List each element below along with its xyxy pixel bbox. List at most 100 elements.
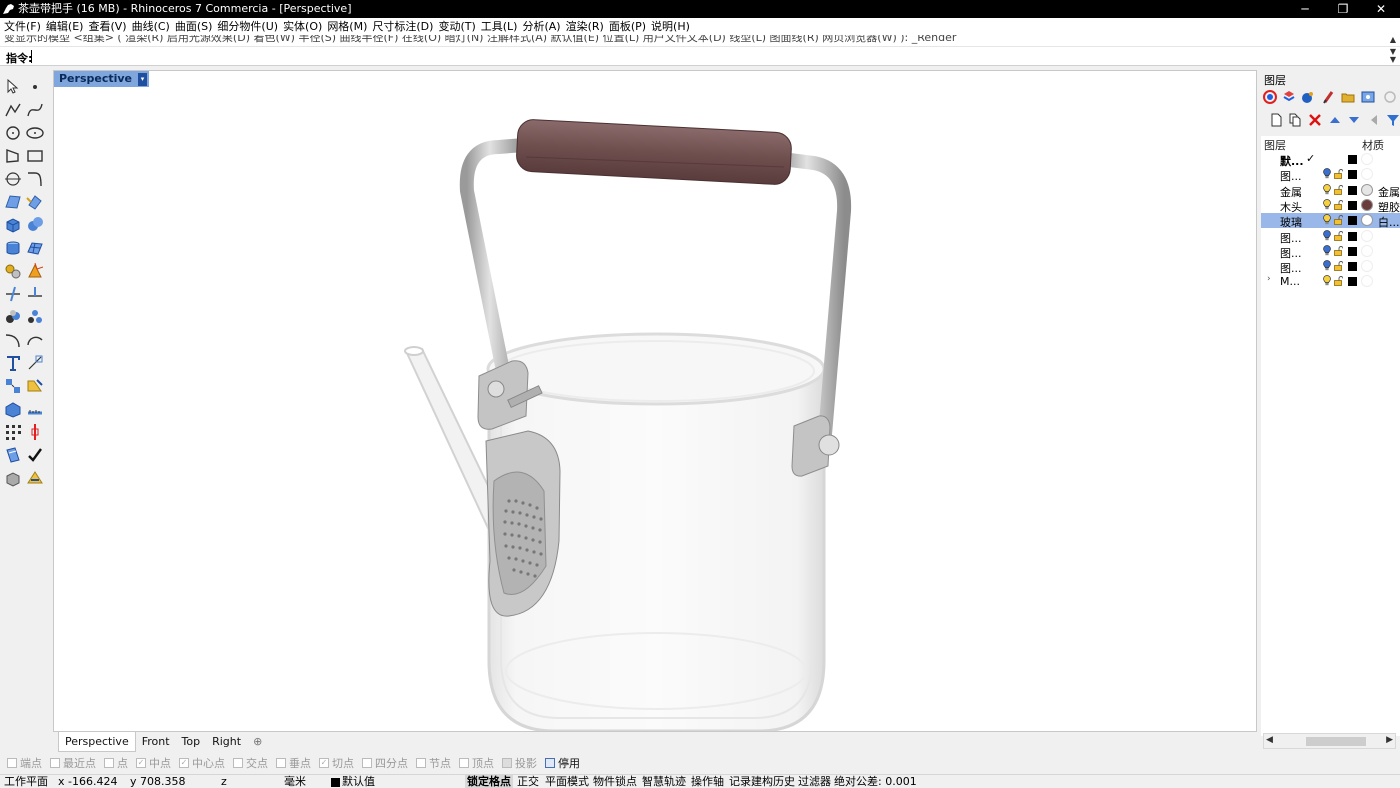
explode-icon[interactable]: [25, 261, 45, 281]
column-header-material[interactable]: 材质: [1362, 137, 1384, 153]
osnap-checkbox[interactable]: [104, 758, 114, 768]
transform-icon[interactable]: [3, 376, 23, 396]
layer-lock-icon[interactable]: [1334, 261, 1343, 271]
libraries-tab-icon[interactable]: [1341, 90, 1355, 104]
rectangle-icon[interactable]: [25, 146, 45, 166]
layer-material-swatch[interactable]: [1361, 275, 1373, 288]
osnap-center[interactable]: ✓ 中心点: [179, 755, 225, 771]
menu-surface[interactable]: 曲面(S): [174, 18, 217, 35]
layer-lock-icon[interactable]: [1334, 199, 1343, 210]
osnap-checkbox[interactable]: ✓: [136, 758, 146, 768]
layer-color-swatch[interactable]: [1348, 216, 1357, 226]
box-icon[interactable]: [3, 215, 23, 235]
close-button[interactable]: ✕: [1362, 0, 1400, 18]
osnap-checkbox[interactable]: [416, 758, 426, 768]
layer-row[interactable]: 图...: [1261, 167, 1400, 183]
command-line[interactable]: 指令: ▼ ▼: [0, 47, 1400, 66]
split-icon[interactable]: [25, 284, 45, 304]
menu-panels[interactable]: 面板(P): [608, 18, 650, 35]
expand-chevron-icon[interactable]: ›: [1267, 274, 1271, 284]
osnap-checkbox[interactable]: [545, 758, 555, 768]
osnap-checkbox[interactable]: [362, 758, 372, 768]
toggle-filter[interactable]: 过滤器: [798, 775, 831, 788]
cylinder-icon[interactable]: [3, 238, 23, 258]
properties-tab-icon[interactable]: [1263, 90, 1277, 104]
menu-subd[interactable]: 细分物件(U): [216, 18, 282, 35]
new-sublayer-icon[interactable]: [1288, 113, 1302, 127]
ellipse-icon[interactable]: [25, 123, 45, 143]
menu-edit[interactable]: 编辑(E): [45, 18, 88, 35]
toggle-grid-snap[interactable]: 锁定格点: [465, 775, 513, 788]
history-scroll-up-icon[interactable]: ▲: [1388, 36, 1398, 44]
layer-visibility-bulb-icon[interactable]: [1323, 168, 1331, 179]
layer-color-swatch[interactable]: [1348, 155, 1357, 164]
surface-icon[interactable]: [3, 192, 23, 212]
status-layer-color-swatch[interactable]: [331, 778, 340, 787]
menu-tools[interactable]: 工具(L): [480, 18, 522, 35]
arc-icon[interactable]: [25, 330, 45, 350]
scroll-left-icon[interactable]: ◀: [1266, 735, 1273, 745]
unroll-icon[interactable]: [25, 468, 45, 488]
viewport-perspective[interactable]: Perspective ▾: [53, 70, 1257, 732]
osnap-endpoint[interactable]: 端点: [7, 755, 42, 771]
minimize-button[interactable]: ─: [1286, 0, 1324, 18]
layer-material-swatch[interactable]: [1361, 229, 1373, 242]
layer-visibility-bulb-icon[interactable]: [1323, 260, 1331, 271]
scroll-right-icon[interactable]: ▶: [1386, 735, 1393, 745]
materials-tab-icon[interactable]: [1322, 90, 1336, 104]
curve-icon[interactable]: [25, 100, 45, 120]
status-unit[interactable]: 毫米: [284, 775, 306, 788]
extrude-surface-icon[interactable]: [25, 192, 45, 212]
layer-color-swatch[interactable]: [1348, 262, 1357, 272]
move-layer-down-icon[interactable]: [1347, 113, 1361, 127]
polyline-icon[interactable]: [3, 100, 23, 120]
layers-tab-icon[interactable]: [1282, 90, 1296, 104]
layer-visibility-bulb-icon[interactable]: [1323, 214, 1331, 225]
menu-curve[interactable]: 曲线(C): [131, 18, 174, 35]
layer-list[interactable]: 图层 材质 默... ✓ 图... 金属 金属 木头 塑胶 玻璃 白... 图... 图... 图..…: [1261, 136, 1400, 736]
layer-visibility-bulb-icon[interactable]: [1323, 183, 1331, 195]
osnap-disable[interactable]: 停用: [545, 755, 580, 771]
point-icon[interactable]: [25, 77, 45, 97]
column-header-layer[interactable]: 图层: [1264, 137, 1286, 153]
delete-layer-icon[interactable]: [1308, 113, 1322, 127]
layer-material-swatch[interactable]: [1361, 198, 1373, 211]
solid-tools-icon[interactable]: [3, 468, 23, 488]
menu-transform[interactable]: 变动(T): [437, 18, 479, 35]
layer-lock-icon[interactable]: [1334, 276, 1343, 287]
toggle-gumball[interactable]: 操作轴: [691, 775, 724, 788]
tab-perspective[interactable]: Perspective: [58, 732, 136, 752]
osnap-perpendicular[interactable]: 垂点: [276, 755, 311, 771]
layer-lock-icon[interactable]: [1334, 215, 1343, 226]
osnap-knot[interactable]: 节点: [416, 755, 451, 771]
osnap-midpoint[interactable]: ✓ 中点: [136, 755, 171, 771]
maximize-button[interactable]: ❐: [1324, 0, 1362, 18]
osnap-checkbox[interactable]: ✓: [319, 758, 329, 768]
layer-color-swatch[interactable]: [1348, 277, 1357, 287]
toggle-record-history[interactable]: 记录建构历史: [729, 775, 795, 788]
osnap-project[interactable]: 投影: [502, 755, 537, 771]
array-box-icon[interactable]: [3, 399, 23, 419]
toggle-smarttrack[interactable]: 智慧轨迹: [642, 775, 686, 788]
osnap-checkbox[interactable]: [233, 758, 243, 768]
menu-dimension[interactable]: 尺寸标注(D): [371, 18, 437, 35]
menu-view[interactable]: 查看(V): [87, 18, 130, 35]
fillet-curve-icon[interactable]: [25, 169, 45, 189]
named-views-tab-icon[interactable]: [1361, 90, 1375, 104]
add-viewport-tab-icon[interactable]: ⊕: [247, 732, 268, 752]
circle-icon[interactable]: [3, 123, 23, 143]
toggle-planar[interactable]: 平面模式: [545, 775, 589, 788]
layer-row[interactable]: 图...: [1261, 229, 1400, 245]
array-grid-icon[interactable]: [3, 422, 23, 442]
menu-render[interactable]: 渲染(R): [565, 18, 608, 35]
layer-row[interactable]: 金属 金属: [1261, 183, 1400, 199]
command-history[interactable]: 变显示的模型 <组集> ( 渲染(R) 启用光源效果(D) 着色(W) 半径(S…: [0, 35, 1400, 47]
layer-row[interactable]: 木头 塑胶: [1261, 198, 1400, 214]
render-tools-icon[interactable]: [3, 261, 23, 281]
command-input-caret[interactable]: [31, 50, 32, 63]
menu-solid[interactable]: 实体(O): [282, 18, 326, 35]
layer-row[interactable]: 图...: [1261, 259, 1400, 275]
display-tab-icon[interactable]: [1383, 90, 1397, 104]
teapot-model-render[interactable]: [54, 71, 1257, 732]
move-layer-out-icon[interactable]: [1367, 113, 1381, 127]
